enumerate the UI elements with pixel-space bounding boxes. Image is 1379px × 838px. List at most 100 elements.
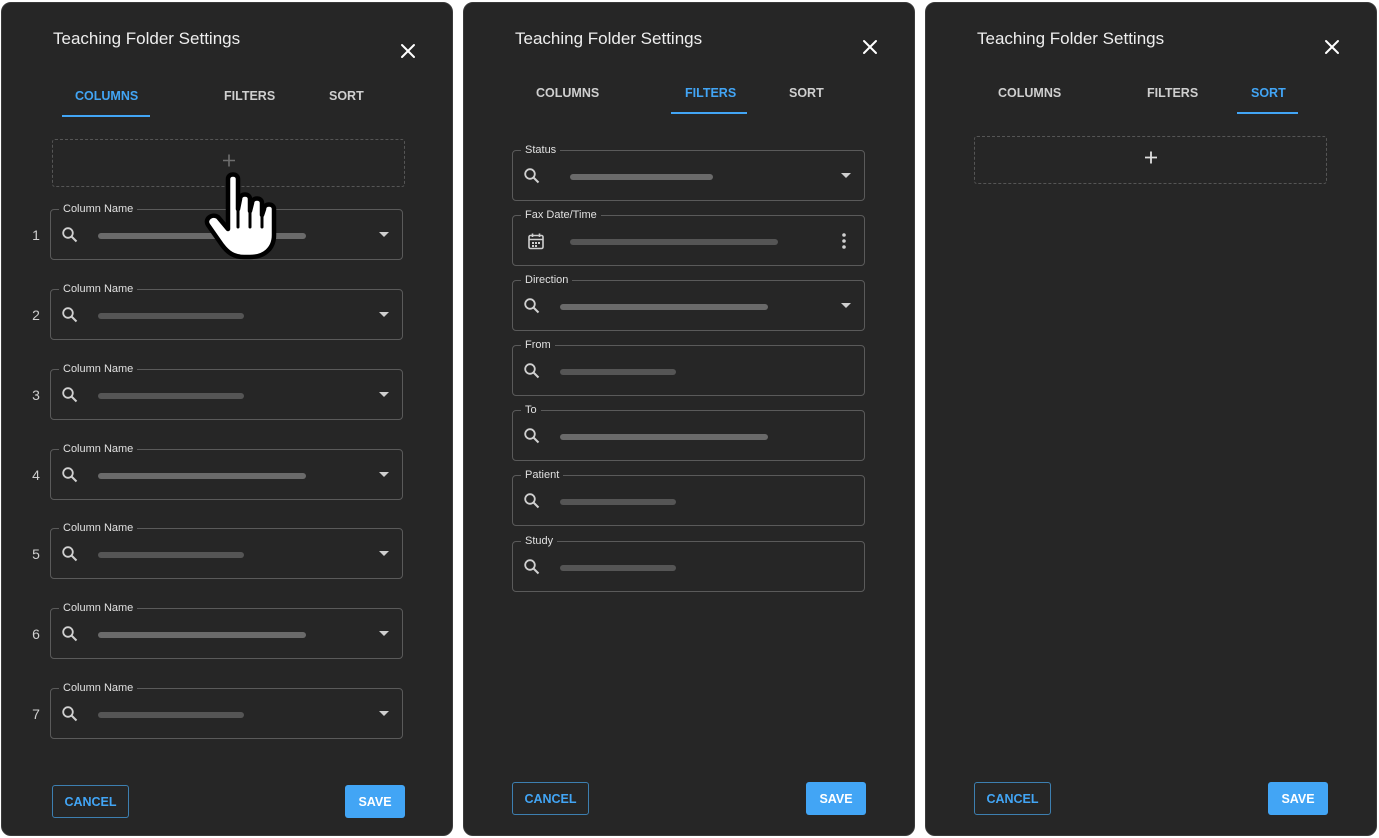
search-icon	[61, 545, 79, 563]
fax-date-time-filter[interactable]: Fax Date/Time	[512, 208, 865, 266]
dialog-title: Teaching Folder Settings	[977, 29, 1165, 48]
tab-columns[interactable]: COLUMNS	[998, 86, 1061, 100]
add-sort-dropzone[interactable]	[974, 136, 1327, 184]
search-icon	[61, 386, 79, 404]
tab-sort[interactable]: SORT	[329, 89, 364, 103]
column-name-select[interactable]: Column Name	[50, 681, 403, 739]
more-vertical-icon[interactable]	[842, 233, 846, 249]
tab-filters[interactable]: FILTERS	[685, 86, 736, 100]
chevron-down-icon	[841, 303, 851, 308]
filters-settings-panel: Teaching Folder Settings COLUMNS FILTERS…	[463, 2, 915, 836]
row-index: 4	[32, 467, 40, 483]
chevron-down-icon	[379, 711, 389, 716]
close-icon[interactable]	[1324, 39, 1342, 57]
plus-icon	[1144, 151, 1158, 170]
dialog-title: Teaching Folder Settings	[53, 29, 241, 48]
field-label: Column Name	[59, 282, 138, 296]
active-tab-indicator	[62, 115, 150, 117]
dialog-title: Teaching Folder Settings	[515, 29, 703, 48]
close-icon[interactable]	[862, 39, 880, 57]
field-label: Column Name	[59, 442, 138, 456]
value-placeholder	[570, 174, 713, 180]
chevron-down-icon	[379, 551, 389, 556]
column-name-select[interactable]: Column Name	[50, 442, 403, 500]
sort-settings-panel: Teaching Folder Settings COLUMNS FILTERS…	[925, 2, 1377, 836]
search-icon	[61, 226, 79, 244]
search-icon	[523, 362, 541, 380]
field-label: To	[521, 403, 541, 417]
status-filter-select[interactable]: Status	[512, 143, 865, 201]
row-index: 3	[32, 387, 40, 403]
column-name-select[interactable]: Column Name	[50, 601, 403, 659]
chevron-down-icon	[379, 232, 389, 237]
column-name-select[interactable]: Column Name	[50, 282, 403, 340]
value-placeholder	[98, 552, 244, 558]
active-tab-indicator	[1237, 112, 1298, 114]
from-filter-input[interactable]: From	[512, 338, 865, 396]
value-placeholder	[98, 632, 306, 638]
tab-columns[interactable]: COLUMNS	[75, 89, 138, 103]
value-placeholder	[98, 393, 244, 399]
to-filter-input[interactable]: To	[512, 403, 865, 461]
value-placeholder	[570, 239, 778, 245]
search-icon	[523, 297, 541, 315]
cancel-button[interactable]: CANCEL	[512, 782, 589, 815]
save-button[interactable]: SAVE	[806, 782, 866, 815]
chevron-down-icon	[379, 312, 389, 317]
field-label: Column Name	[59, 681, 138, 695]
column-name-select[interactable]: Column Name	[50, 521, 403, 579]
search-icon	[61, 306, 79, 324]
column-name-select[interactable]: Column Name	[50, 362, 403, 420]
value-placeholder	[560, 565, 676, 571]
save-button[interactable]: SAVE	[345, 785, 405, 818]
search-icon	[523, 492, 541, 510]
direction-filter-select[interactable]: Direction	[512, 273, 865, 331]
field-label: Column Name	[59, 521, 138, 535]
value-placeholder	[560, 499, 676, 505]
field-label: Study	[521, 534, 558, 548]
field-label: Status	[521, 143, 561, 157]
chevron-down-icon	[379, 472, 389, 477]
row-index: 5	[32, 546, 40, 562]
field-label: Column Name	[59, 202, 138, 216]
field-label: Patient	[521, 468, 564, 482]
value-placeholder	[98, 313, 244, 319]
chevron-down-icon	[379, 631, 389, 636]
field-label: Column Name	[59, 601, 138, 615]
field-label: Direction	[521, 273, 573, 287]
value-placeholder	[560, 304, 768, 310]
tab-filters[interactable]: FILTERS	[1147, 86, 1198, 100]
cancel-button[interactable]: CANCEL	[974, 782, 1051, 815]
search-icon	[523, 558, 541, 576]
row-index: 6	[32, 626, 40, 642]
search-icon	[61, 625, 79, 643]
tab-columns[interactable]: COLUMNS	[536, 86, 599, 100]
chevron-down-icon	[841, 173, 851, 178]
patient-filter-input[interactable]: Patient	[512, 468, 865, 526]
row-index: 2	[32, 307, 40, 323]
tab-sort[interactable]: SORT	[789, 86, 824, 100]
cancel-button[interactable]: CANCEL	[52, 785, 129, 818]
search-icon	[61, 705, 79, 723]
field-label: From	[521, 338, 555, 352]
study-filter-input[interactable]: Study	[512, 534, 865, 592]
active-tab-indicator	[671, 112, 747, 114]
chevron-down-icon	[379, 392, 389, 397]
row-index: 7	[32, 706, 40, 722]
value-placeholder	[98, 712, 244, 718]
search-icon	[523, 427, 541, 445]
pointer-hand-icon	[198, 169, 288, 263]
value-placeholder	[560, 434, 768, 440]
field-label: Fax Date/Time	[521, 208, 601, 222]
tab-filters[interactable]: FILTERS	[224, 89, 275, 103]
search-icon	[523, 167, 541, 185]
calendar-icon	[527, 232, 545, 250]
value-placeholder	[560, 369, 676, 375]
tab-sort[interactable]: SORT	[1251, 86, 1286, 100]
search-icon	[61, 466, 79, 484]
field-label: Column Name	[59, 362, 138, 376]
save-button[interactable]: SAVE	[1268, 782, 1328, 815]
close-icon[interactable]	[400, 43, 418, 61]
columns-settings-panel: Teaching Folder Settings COLUMNS FILTERS…	[1, 2, 453, 836]
row-index: 1	[32, 227, 40, 243]
